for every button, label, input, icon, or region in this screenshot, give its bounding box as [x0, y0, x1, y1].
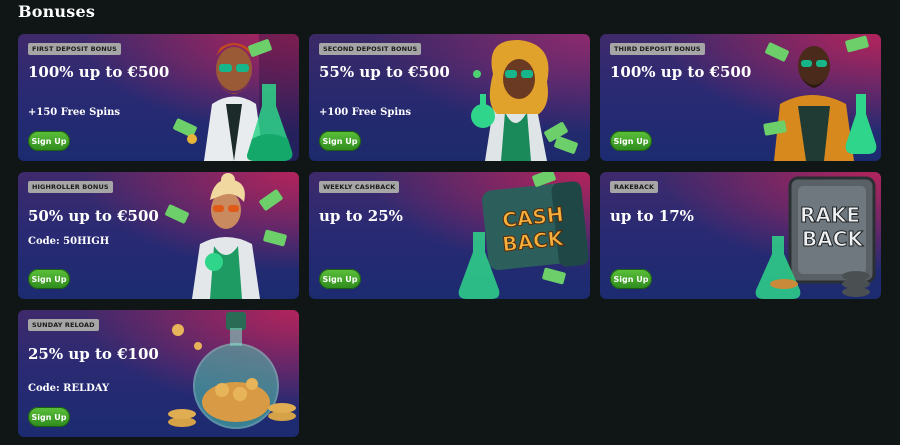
bonus-badge: WEEKLY CASHBACK — [319, 181, 400, 193]
bonus-card-first-deposit[interactable]: FIRST DEPOSIT BONUS 100% up to €500 +150… — [18, 34, 299, 161]
bonus-headline: 100% up to €500 — [610, 63, 752, 81]
signup-button[interactable]: Sign Up — [610, 131, 652, 151]
rakeback-safe-icon: RAKE BACK — [746, 172, 881, 299]
bonus-card-third-deposit[interactable]: THIRD DEPOSIT BONUS 100% up to €500 Sign… — [600, 34, 881, 161]
bonus-card-second-deposit[interactable]: SECOND DEPOSIT BONUS 55% up to €500 +100… — [309, 34, 590, 161]
bonus-badge: HIGHROLLER BONUS — [28, 181, 113, 193]
bonus-headline: 100% up to €500 — [28, 63, 170, 81]
signup-button[interactable]: Sign Up — [610, 269, 652, 289]
bonus-subtext: +150 Free Spins — [28, 107, 121, 118]
bonus-card-sunday-reload[interactable]: SUNDAY RELOAD 25% up to €100 Code: RELDA… — [18, 310, 299, 437]
signup-button[interactable]: Sign Up — [28, 131, 70, 151]
signup-button[interactable]: Sign Up — [28, 269, 70, 289]
bonus-badge: FIRST DEPOSIT BONUS — [28, 43, 121, 55]
bonus-badge: SUNDAY RELOAD — [28, 319, 99, 331]
safe-text-bottom: BACK — [802, 227, 864, 251]
signup-button[interactable]: Sign Up — [28, 407, 70, 427]
bonus-subtext: +100 Free Spins — [319, 107, 412, 118]
bonus-badge: SECOND DEPOSIT BONUS — [319, 43, 422, 55]
signup-button[interactable]: Sign Up — [319, 131, 361, 151]
safe-text-top: RAKE — [800, 203, 860, 227]
bonus-grid: FIRST DEPOSIT BONUS 100% up to €500 +150… — [18, 34, 881, 437]
bonus-badge: RAKEBACK — [610, 181, 659, 193]
bonus-subtext: Code: 50HIGH — [28, 236, 110, 247]
bonus-card-weekly-cashback[interactable]: WEEKLY CASHBACK up to 25% Sign Up CASH B… — [309, 172, 590, 299]
scientist-bald-icon — [746, 34, 881, 161]
bonus-subtext: Code: RELDAY — [28, 383, 110, 394]
scientist-woman-icon — [455, 34, 590, 161]
bonus-badge: THIRD DEPOSIT BONUS — [610, 43, 705, 55]
scientist-blonde-icon — [164, 172, 299, 299]
signup-button[interactable]: Sign Up — [319, 269, 361, 289]
bonus-headline: 55% up to €500 — [319, 63, 450, 81]
cashback-wallet-icon: CASH BACK — [455, 172, 590, 299]
coin-flask-icon — [164, 310, 299, 437]
page-title: Bonuses — [18, 2, 96, 21]
bonus-card-highroller[interactable]: HIGHROLLER BONUS 50% up to €500 Code: 50… — [18, 172, 299, 299]
bonus-card-rakeback[interactable]: RAKEBACK up to 17% Sign Up RAKE BACK — [600, 172, 881, 299]
scientist-man-icon — [164, 34, 299, 161]
